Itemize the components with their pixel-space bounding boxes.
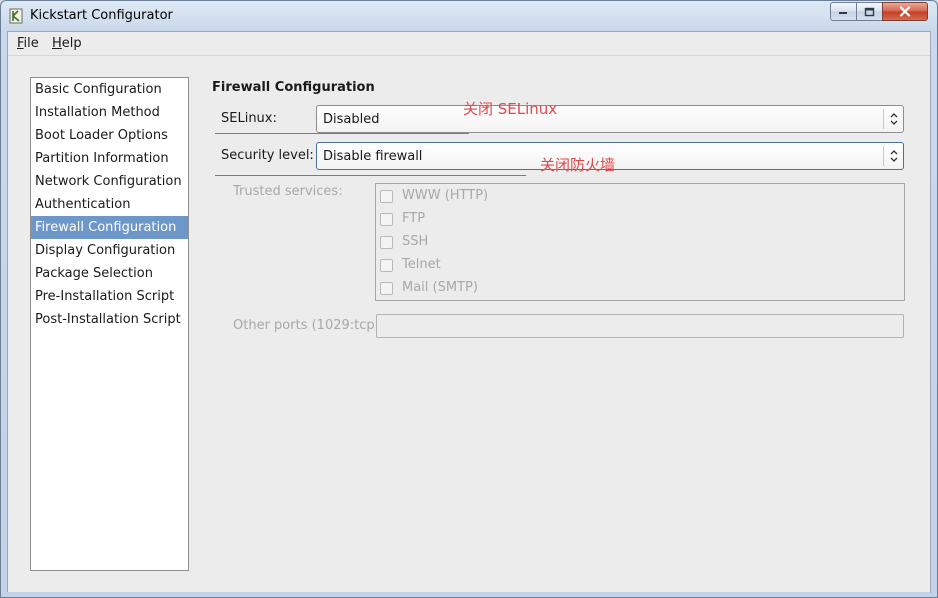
selinux-label: SELinux: bbox=[221, 111, 277, 126]
maximize-button[interactable] bbox=[856, 2, 883, 21]
menu-file[interactable]: File bbox=[17, 36, 39, 51]
updown-arrows-icon bbox=[883, 109, 903, 129]
menu-help-rest: elp bbox=[61, 36, 82, 51]
checkbox[interactable] bbox=[380, 236, 393, 249]
security-level-label: Security level: bbox=[221, 148, 314, 163]
menu-bar: File Help bbox=[8, 32, 930, 56]
menu-help[interactable]: Help bbox=[52, 36, 82, 51]
checkbox[interactable] bbox=[380, 282, 393, 295]
trusted-services-label: Trusted services: bbox=[233, 184, 343, 199]
annotation-underline-firewall bbox=[215, 175, 526, 176]
checkbox[interactable] bbox=[380, 190, 393, 203]
selinux-select[interactable]: Disabled bbox=[316, 105, 904, 133]
minimize-button[interactable] bbox=[830, 2, 857, 21]
service-label: SSH bbox=[402, 234, 429, 249]
menu-file-rest: ile bbox=[23, 36, 39, 51]
app-window: Kickstart Configurator File Help Basic C… bbox=[0, 0, 938, 598]
close-icon bbox=[899, 6, 911, 17]
minimize-icon bbox=[839, 12, 847, 14]
menu-help-mnemonic: H bbox=[52, 36, 62, 51]
window-title: Kickstart Configurator bbox=[30, 8, 173, 23]
sidebar-item-network-configuration[interactable]: Network Configuration bbox=[31, 170, 188, 193]
other-ports-label: Other ports (1029:tcp): bbox=[233, 318, 385, 333]
close-button[interactable] bbox=[882, 2, 928, 21]
sidebar-item-package-selection[interactable]: Package Selection bbox=[31, 262, 188, 285]
sidebar-item-boot-loader-options[interactable]: Boot Loader Options bbox=[31, 124, 188, 147]
service-label: Telnet bbox=[402, 257, 441, 272]
window-bottom-border bbox=[6, 592, 930, 597]
annotation-underline-selinux bbox=[215, 133, 469, 134]
sidebar-item-installation-method[interactable]: Installation Method bbox=[31, 101, 188, 124]
category-list[interactable]: Basic Configuration Installation Method … bbox=[30, 77, 189, 571]
selinux-value: Disabled bbox=[323, 112, 380, 127]
maximize-icon bbox=[864, 7, 875, 16]
title-bar[interactable]: Kickstart Configurator bbox=[1, 1, 937, 31]
sidebar-item-authentication[interactable]: Authentication bbox=[31, 193, 188, 216]
service-label: WWW (HTTP) bbox=[402, 188, 489, 203]
security-level-value: Disable firewall bbox=[323, 149, 423, 164]
client-area: File Help Basic Configuration Installati… bbox=[7, 31, 931, 593]
sidebar-item-basic-configuration[interactable]: Basic Configuration bbox=[31, 78, 188, 101]
checkbox[interactable] bbox=[380, 213, 393, 226]
kickstart-app-icon bbox=[9, 8, 23, 24]
checkbox[interactable] bbox=[380, 259, 393, 272]
annotation-firewall-note: 关闭防火墙 bbox=[540, 156, 616, 174]
trusted-services-list: WWW (HTTP) FTP SSH Telnet Mail (SMTP) bbox=[375, 183, 905, 301]
other-ports-input[interactable] bbox=[376, 314, 904, 338]
section-title: Firewall Configuration bbox=[212, 80, 375, 95]
sidebar-item-post-installation-script[interactable]: Post-Installation Script bbox=[31, 308, 188, 331]
updown-arrows-icon bbox=[883, 146, 903, 166]
service-label: Mail (SMTP) bbox=[402, 280, 478, 295]
service-label: FTP bbox=[402, 211, 426, 226]
annotation-selinux-note: 关闭 SELinux bbox=[463, 100, 558, 118]
sidebar-item-partition-information[interactable]: Partition Information bbox=[31, 147, 188, 170]
sidebar-item-pre-installation-script[interactable]: Pre-Installation Script bbox=[31, 285, 188, 308]
sidebar-item-firewall-configuration[interactable]: Firewall Configuration bbox=[31, 216, 188, 239]
sidebar-item-display-configuration[interactable]: Display Configuration bbox=[31, 239, 188, 262]
